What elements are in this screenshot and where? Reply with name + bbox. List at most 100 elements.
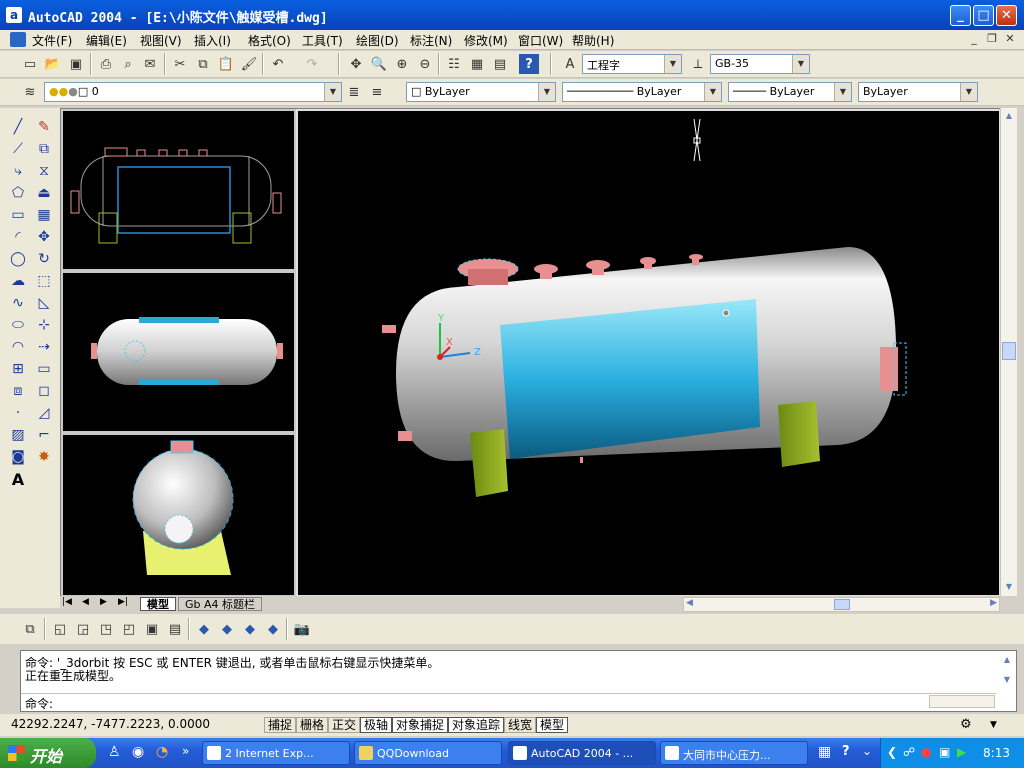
minimize-button[interactable]: _ bbox=[950, 5, 971, 26]
trim-icon[interactable]: ⊹ bbox=[33, 314, 55, 336]
design-center-icon[interactable]: ▦ bbox=[467, 54, 487, 74]
scale-icon[interactable]: ⬚ bbox=[33, 270, 55, 292]
se-isometric-icon[interactable]: ◆ bbox=[217, 619, 237, 639]
status-menu-arrow[interactable]: ▼ bbox=[990, 720, 997, 730]
monitor-icon[interactable]: ▣ bbox=[939, 745, 950, 759]
line-icon[interactable]: ╱ bbox=[7, 116, 29, 138]
hatch-icon[interactable]: ▨ bbox=[7, 424, 29, 446]
text-style-combo[interactable]: 工程字 ▼ bbox=[582, 54, 682, 74]
dim-style-combo[interactable]: GB-35 ▼ bbox=[710, 54, 810, 74]
tab-nav-prev-icon[interactable]: ◀ bbox=[82, 597, 89, 607]
lineweight-combo[interactable]: ───── ByLayer ▼ bbox=[728, 82, 852, 102]
quicklaunch-more-icon[interactable]: » bbox=[182, 744, 189, 758]
tab-nav-last-icon[interactable]: ▶| bbox=[118, 597, 128, 607]
zoom-realtime-icon[interactable]: 🔍 bbox=[369, 54, 389, 74]
chevron-down-icon[interactable]: ▼ bbox=[834, 83, 851, 101]
back-view-icon[interactable]: ▤ bbox=[165, 619, 185, 639]
revision-cloud-icon[interactable]: ☁ bbox=[7, 270, 29, 292]
print-icon[interactable]: ⎙ bbox=[96, 54, 116, 74]
cut-icon[interactable]: ✂ bbox=[170, 54, 190, 74]
chevron-down-icon[interactable]: ▼ bbox=[960, 83, 977, 101]
menu-dimension[interactable]: 标注(N) bbox=[410, 32, 452, 49]
help-tray-icon[interactable]: ? bbox=[842, 744, 850, 759]
break-at-point-icon[interactable]: ◻ bbox=[33, 380, 55, 402]
mirror-icon[interactable]: ⧖ bbox=[33, 160, 55, 182]
zoom-window-icon[interactable]: ⊕ bbox=[392, 54, 412, 74]
task-qqdownload[interactable]: QQDownload bbox=[354, 741, 502, 765]
menu-insert[interactable]: 插入(I) bbox=[194, 32, 231, 49]
vertical-scroll-thumb[interactable] bbox=[1002, 342, 1016, 360]
point-icon[interactable]: · bbox=[7, 402, 29, 424]
scroll-up-arrow[interactable]: ▲ bbox=[1002, 109, 1016, 123]
help-icon[interactable]: ? bbox=[519, 54, 539, 74]
toggle-snap[interactable]: 捕捉 bbox=[264, 717, 297, 733]
horizontal-scrollbar[interactable]: ◀ ▶ bbox=[683, 597, 1000, 612]
undo-icon[interactable]: ↶ bbox=[268, 54, 288, 74]
break-icon[interactable]: ▭ bbox=[33, 358, 55, 380]
menu-view[interactable]: 视图(V) bbox=[140, 32, 182, 49]
chevron-down-icon[interactable]: ▼ bbox=[792, 55, 809, 73]
circle-icon[interactable]: ◯ bbox=[7, 248, 29, 270]
properties-icon[interactable]: ☷ bbox=[444, 54, 464, 74]
doc-close-button[interactable]: ✕ bbox=[1002, 32, 1018, 47]
menu-format[interactable]: 格式(O) bbox=[248, 32, 291, 49]
ellipse-icon[interactable]: ⬭ bbox=[7, 314, 29, 336]
menu-edit[interactable]: 编辑(E) bbox=[86, 32, 127, 49]
toggle-grid[interactable]: 栅格 bbox=[296, 717, 329, 733]
chamfer-icon[interactable]: ◿ bbox=[33, 402, 55, 424]
start-button[interactable]: 开始 bbox=[0, 738, 96, 768]
scroll-right-arrow[interactable]: ▶ bbox=[990, 598, 997, 608]
rotate-icon[interactable]: ↻ bbox=[33, 248, 55, 270]
chevron-down-icon[interactable]: ▼ bbox=[538, 83, 555, 101]
linetype-combo[interactable]: ────────── ByLayer ▼ bbox=[562, 82, 722, 102]
match-properties-icon[interactable]: 🖌 bbox=[239, 54, 259, 74]
ellipse-arc-icon[interactable]: ◠ bbox=[7, 336, 29, 358]
tab-model[interactable]: 模型 bbox=[140, 597, 176, 611]
toggle-otrack[interactable]: 对象追踪 bbox=[448, 717, 505, 733]
menu-draw[interactable]: 绘图(D) bbox=[356, 32, 399, 49]
make-block-icon[interactable]: ⧈ bbox=[7, 380, 29, 402]
tab-layout-gb-a4[interactable]: Gb A4 标题栏 bbox=[178, 597, 263, 611]
right-view-icon[interactable]: ◰ bbox=[119, 619, 139, 639]
redo-icon[interactable]: ↷ bbox=[302, 54, 322, 74]
front-view-icon[interactable]: ▣ bbox=[142, 619, 162, 639]
tab-nav-next-icon[interactable]: ▶ bbox=[100, 597, 107, 607]
multiline-text-icon[interactable]: A bbox=[7, 468, 29, 490]
toggle-lineweight[interactable]: 线宽 bbox=[504, 717, 537, 733]
region-icon[interactable]: ◙ bbox=[7, 446, 29, 468]
new-file-icon[interactable]: ▭ bbox=[20, 54, 40, 74]
network-icon[interactable]: ☍ bbox=[903, 745, 915, 759]
bottom-view-icon[interactable]: ◲ bbox=[73, 619, 93, 639]
keyboard-icon[interactable]: ▦ bbox=[818, 744, 831, 760]
polygon-icon[interactable]: ⬠ bbox=[7, 182, 29, 204]
text-style-icon[interactable]: A bbox=[560, 54, 580, 74]
play-icon[interactable]: ▶ bbox=[957, 745, 966, 759]
viewport-3d[interactable]: Y Z X bbox=[296, 109, 1001, 597]
command-prompt[interactable]: 命令: bbox=[25, 695, 53, 712]
make-layer-current-icon[interactable]: ≣ bbox=[344, 82, 364, 102]
chevron-down-icon[interactable]: ▼ bbox=[704, 83, 721, 101]
scroll-left-arrow[interactable]: ◀ bbox=[686, 598, 693, 608]
layer-previous-icon[interactable]: ≡ bbox=[367, 82, 387, 102]
layer-manager-icon[interactable]: ≋ bbox=[20, 82, 40, 102]
doc-restore-button[interactable]: ❐ bbox=[984, 32, 1000, 47]
viewport-side[interactable] bbox=[61, 433, 296, 597]
toggle-polar[interactable]: 极轴 bbox=[360, 717, 393, 733]
fillet-icon[interactable]: ⌐ bbox=[33, 424, 55, 446]
camera-icon[interactable]: 📷 bbox=[292, 619, 312, 639]
chevron-down-icon[interactable]: ▼ bbox=[664, 55, 681, 73]
sw-isometric-icon[interactable]: ◆ bbox=[194, 619, 214, 639]
print-preview-icon[interactable]: ⌕ bbox=[118, 54, 138, 74]
document-icon[interactable] bbox=[10, 32, 26, 47]
close-button[interactable]: ✕ bbox=[996, 5, 1017, 26]
spline-icon[interactable]: ∿ bbox=[7, 292, 29, 314]
maximize-button[interactable]: □ bbox=[973, 5, 994, 26]
open-file-icon[interactable]: 📂 bbox=[43, 54, 63, 74]
vertical-scrollbar[interactable]: ▲ ▼ bbox=[1000, 108, 1017, 596]
layer-combo[interactable]: ●●●□ 0 ▼ bbox=[44, 82, 342, 102]
array-icon[interactable]: ▦ bbox=[33, 204, 55, 226]
toggle-ortho[interactable]: 正交 bbox=[328, 717, 361, 733]
menu-window[interactable]: 窗口(W) bbox=[518, 32, 563, 49]
task-internet-explorer[interactable]: 2 Internet Exp... bbox=[202, 741, 350, 765]
communication-center-icon[interactable]: ⚙ bbox=[960, 717, 972, 732]
